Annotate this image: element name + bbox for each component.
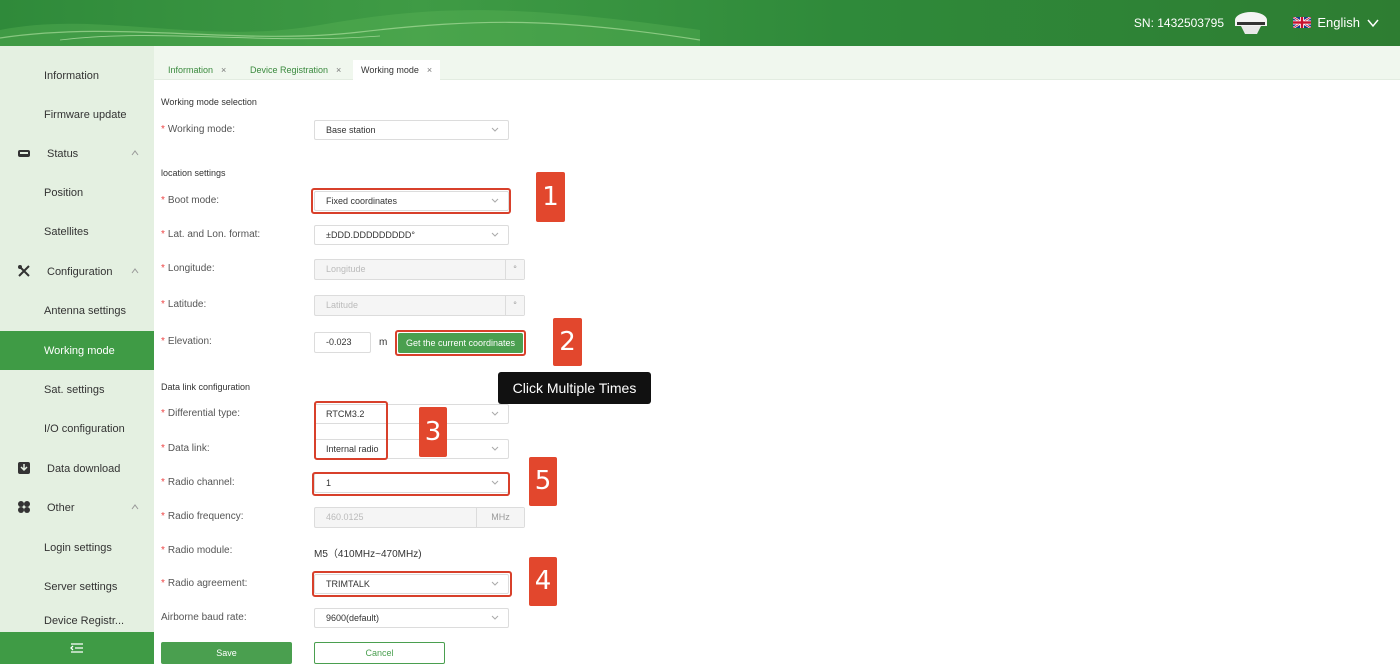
baud-rate-label: Airborne baud rate: — [161, 612, 247, 623]
working-mode-label: * Working mode: — [161, 124, 235, 135]
chevron-up-icon — [131, 268, 139, 274]
sidebar-item-firmware-update[interactable]: Firmware update — [0, 95, 154, 134]
mhz-suffix: MHz — [476, 508, 524, 527]
sidebar-item-sat-settings[interactable]: Sat. settings — [0, 370, 154, 409]
uk-flag-icon — [1293, 17, 1312, 28]
latlon-format-select[interactable]: ±DDD.DDDDDDDDD° — [314, 225, 509, 245]
section-location-settings: location settings — [161, 168, 226, 178]
section-data-link-configuration: Data link configuration — [161, 382, 251, 392]
differential-type-label: * Differential type: — [161, 408, 240, 419]
annotation-badge-3: 3 — [419, 407, 447, 457]
tab-bar: Information × Device Registration × Workin… — [154, 46, 1400, 80]
menu-collapse-icon — [70, 643, 83, 653]
radio-module-value: M5（410MHz~470MHz) — [314, 549, 422, 560]
latitude-input[interactable]: Latitude ° — [314, 295, 525, 316]
tab-working-mode[interactable]: Working mode × — [353, 60, 441, 80]
sidebar-group-other[interactable]: Other — [0, 488, 154, 527]
chevron-down-icon — [491, 411, 499, 416]
highlight-radio-agreement — [312, 571, 512, 597]
language-label: English — [1317, 15, 1360, 30]
annotation-badge-5: 5 — [529, 457, 557, 506]
chevron-up-icon — [131, 504, 139, 510]
sidebar-item-login-settings[interactable]: Login settings — [0, 528, 154, 567]
working-mode-select[interactable]: Base station — [314, 120, 509, 140]
sidebar-item-position[interactable]: Position — [0, 173, 154, 212]
annotation-badge-4: 4 — [529, 557, 557, 606]
chevron-down-icon — [491, 446, 499, 451]
top-header: SN: 1432503795 English — [0, 0, 1400, 46]
sidebar-group-configuration[interactable]: Configuration — [0, 252, 154, 291]
latitude-label: * Latitude: — [161, 299, 207, 310]
radio-channel-label: * Radio channel: — [161, 477, 235, 488]
degree-suffix: ° — [505, 296, 524, 315]
tooltip-click-multiple-times: Click Multiple Times — [498, 372, 651, 404]
save-button[interactable]: Save — [161, 642, 292, 664]
radio-module-label: * Radio module: — [161, 545, 233, 556]
elevation-label: * Elevation: — [161, 336, 212, 347]
chevron-down-icon — [491, 615, 499, 620]
chevron-down-icon — [491, 127, 499, 132]
chevron-up-icon — [131, 150, 139, 156]
download-icon — [18, 462, 30, 474]
gnss-receiver-icon — [1235, 12, 1267, 34]
tab-information[interactable]: Information × — [168, 60, 226, 80]
language-selector[interactable]: English — [1293, 15, 1380, 30]
highlight-radio-channel — [312, 472, 510, 496]
radio-frequency-input[interactable]: 460.0125 MHz — [314, 507, 525, 528]
clover-icon — [18, 501, 30, 513]
cancel-button[interactable]: Cancel — [314, 642, 445, 664]
sidebar-item-working-mode[interactable]: Working mode — [0, 331, 154, 370]
longitude-input[interactable]: Longitude ° — [314, 259, 525, 280]
radio-frequency-label: * Radio frequency: — [161, 511, 244, 522]
highlight-boot-mode — [311, 188, 511, 214]
close-icon[interactable]: × — [221, 65, 226, 75]
sidebar-item-satellites[interactable]: Satellites — [0, 212, 154, 251]
serial-number: SN: 1432503795 — [1133, 16, 1224, 30]
elevation-input[interactable]: -0.023 — [314, 332, 371, 353]
sidebar-group-status[interactable]: Status — [0, 134, 154, 173]
boot-mode-label: * Boot mode: — [161, 195, 220, 206]
section-working-mode-selection: Working mode selection — [161, 97, 257, 107]
radio-agreement-label: * Radio agreement: — [161, 578, 248, 589]
close-icon[interactable]: × — [427, 65, 432, 75]
degree-suffix: ° — [505, 260, 524, 279]
elevation-unit: m — [379, 337, 388, 348]
annotation-badge-1: 1 — [536, 172, 565, 222]
data-link-label: * Data link: — [161, 443, 210, 454]
chevron-down-icon — [491, 232, 499, 237]
sidebar: Information Firmware update Status Posit… — [0, 46, 154, 664]
baud-rate-select[interactable]: 9600(default) — [314, 608, 509, 628]
latlon-format-label: * Lat. and Lon. format: — [161, 229, 261, 240]
tab-device-registration[interactable]: Device Registration × — [250, 60, 341, 80]
status-icon — [18, 150, 30, 157]
sidebar-item-information[interactable]: Information — [0, 56, 154, 95]
chevron-down-icon — [1367, 19, 1379, 27]
sidebar-item-io-configuration[interactable]: I/O configuration — [0, 409, 154, 448]
sidebar-collapse-button[interactable] — [0, 632, 154, 664]
close-icon[interactable]: × — [336, 65, 341, 75]
highlight-get-coordinates — [395, 330, 526, 356]
header-wave-decoration — [0, 10, 700, 46]
highlight-diff-type-data-link — [314, 401, 388, 460]
annotation-badge-2: 2 — [553, 318, 582, 366]
longitude-label: * Longitude: — [161, 263, 215, 274]
sidebar-item-server-settings[interactable]: Server settings — [0, 567, 154, 606]
sidebar-item-antenna-settings[interactable]: Antenna settings — [0, 291, 154, 330]
sidebar-item-data-download[interactable]: Data download — [0, 449, 154, 488]
tools-icon — [18, 265, 30, 277]
